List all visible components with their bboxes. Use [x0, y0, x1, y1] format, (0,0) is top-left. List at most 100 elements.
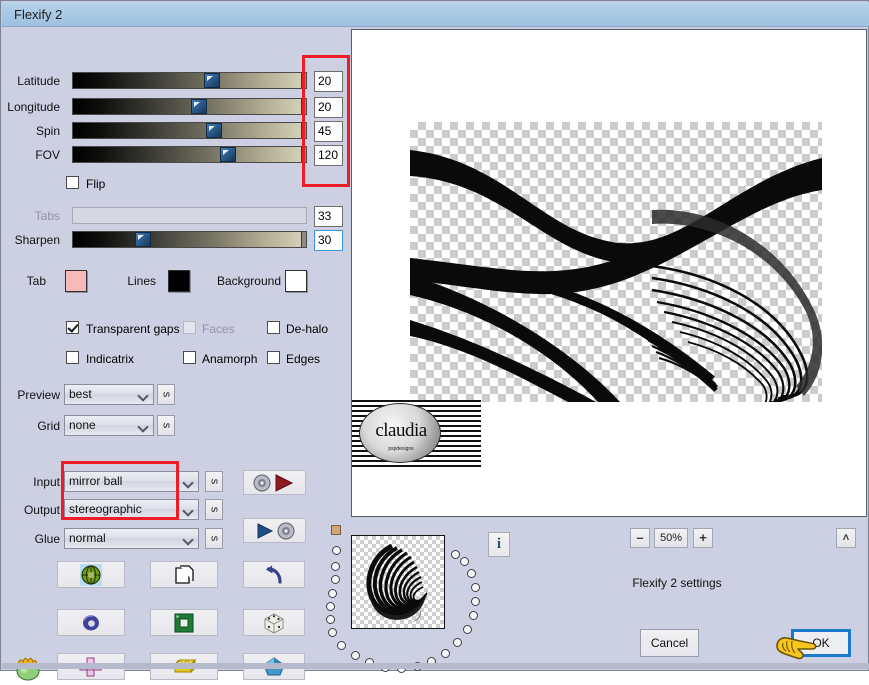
grid-s-label: s — [160, 422, 173, 429]
info-button[interactable]: i — [488, 532, 510, 557]
select-output[interactable]: stereographic — [64, 499, 199, 520]
thumbnail-preview[interactable] — [351, 535, 445, 629]
shape-button-globe[interactable] — [57, 561, 125, 588]
shape-button-undo[interactable] — [243, 561, 305, 588]
torus-icon — [83, 614, 99, 630]
checkbox-label-transparent-gaps: Transparent gaps — [86, 322, 180, 336]
select-input[interactable]: mirror ball — [64, 471, 199, 492]
chevron-down-icon — [184, 479, 192, 484]
zoom-level-display[interactable]: 50% — [654, 528, 688, 548]
slider-handle-longitude[interactable] — [191, 99, 207, 114]
zoom-in-button[interactable]: + — [693, 528, 713, 548]
orientation-dot[interactable] — [441, 649, 450, 658]
slider-endcap — [301, 73, 306, 88]
shape-button-dice[interactable] — [243, 609, 305, 636]
select-grid[interactable]: none — [64, 415, 154, 436]
preview-s-button[interactable]: s — [157, 384, 175, 405]
select-label-grid: Grid — [37, 419, 60, 433]
slider-label-longitude: Longitude — [7, 100, 60, 114]
checkbox-indicatrix[interactable] — [66, 351, 79, 364]
shape-button-pages[interactable] — [150, 561, 218, 588]
orientation-dot[interactable] — [332, 546, 341, 555]
glue-s-button[interactable]: s — [205, 528, 223, 549]
orientation-dot[interactable] — [471, 597, 480, 606]
orientation-dot[interactable] — [460, 557, 469, 566]
value-input-latitude[interactable]: 20 — [314, 71, 343, 92]
slider-endcap — [301, 147, 306, 162]
watermark-text: claudia — [375, 420, 427, 441]
orientation-dot[interactable] — [337, 641, 346, 650]
checkbox-label-anamorph: Anamorph — [202, 352, 258, 366]
orientation-dot[interactable] — [331, 575, 340, 584]
orientation-dot[interactable] — [328, 589, 337, 598]
slider-handle-fov[interactable] — [220, 147, 236, 162]
slider-longitude[interactable] — [72, 98, 307, 115]
value-input-sharpen[interactable]: 30 — [314, 230, 343, 251]
checkbox-transparent-gaps[interactable] — [66, 321, 79, 334]
slider-handle-latitude[interactable] — [204, 73, 220, 88]
orientation-dot[interactable] — [326, 615, 335, 624]
value-input-fov[interactable]: 120 — [314, 145, 343, 166]
checkbox-label-indicatrix: Indicatrix — [86, 352, 135, 366]
orientation-dot[interactable] — [467, 569, 476, 578]
square-frame-icon — [174, 613, 194, 632]
flexify-dialog-window: Flexify 2 Latitude 20 Longitude 20 Spin … — [0, 0, 869, 681]
slider-fov[interactable] — [72, 146, 307, 163]
orientation-dot[interactable] — [471, 583, 480, 592]
select-preview[interactable]: best — [64, 384, 154, 405]
chevron-down-icon — [139, 423, 147, 428]
select-value-input: mirror ball — [69, 474, 123, 488]
value-input-spin[interactable]: 45 — [314, 121, 343, 142]
slider-spin[interactable] — [72, 122, 307, 139]
orientation-dot[interactable] — [331, 562, 340, 571]
orientation-dot[interactable] — [453, 638, 462, 647]
checkbox-anamorph[interactable] — [183, 351, 196, 364]
checkbox-faces — [183, 321, 196, 334]
window-title: Flexify 2 — [14, 7, 63, 22]
input-s-label: s — [208, 478, 221, 485]
orientation-dot[interactable] — [469, 611, 478, 620]
selection-marker[interactable] — [331, 525, 341, 535]
chevron-down-icon — [184, 536, 192, 541]
output-s-label: s — [208, 506, 221, 513]
orientation-dot[interactable] — [328, 628, 337, 637]
load-settings-button[interactable] — [243, 470, 306, 495]
preview-canvas[interactable]: claudia pspdesigns — [351, 29, 867, 517]
value-input-longitude[interactable]: 20 — [314, 97, 343, 118]
color-label-tab: Tab — [26, 274, 46, 288]
checkbox-label-de-halo: De-halo — [286, 322, 329, 336]
checkbox-edges[interactable] — [267, 351, 280, 364]
checkbox-de-halo[interactable] — [267, 321, 280, 334]
orientation-dot[interactable] — [463, 625, 472, 634]
color-label-background: Background — [216, 274, 281, 288]
grid-s-button[interactable]: s — [157, 415, 175, 436]
shape-button-square-frame[interactable] — [150, 609, 218, 636]
save-settings-button[interactable] — [243, 518, 306, 543]
slider-endcap — [301, 232, 306, 247]
slider-handle-sharpen[interactable] — [135, 232, 151, 247]
slider-sharpen[interactable] — [72, 231, 307, 248]
slider-label-spin: Spin — [35, 124, 60, 138]
value-input-tabs[interactable]: 33 — [314, 206, 343, 227]
color-swatch-tab[interactable] — [65, 270, 87, 292]
zoom-out-button[interactable]: – — [630, 528, 650, 548]
collapse-panel-button[interactable]: ˄ — [836, 528, 856, 548]
slider-label-latitude: Latitude — [17, 74, 60, 88]
slider-label-sharpen: Sharpen — [14, 233, 60, 247]
color-swatch-lines[interactable] — [168, 270, 190, 292]
orientation-dot active[interactable] — [451, 550, 460, 559]
slider-handle-spin[interactable] — [206, 123, 222, 138]
slider-endcap — [301, 123, 306, 138]
select-glue[interactable]: normal — [64, 528, 199, 549]
checkbox-flip[interactable] — [66, 176, 79, 189]
shape-button-torus[interactable] — [57, 609, 125, 636]
output-s-button[interactable]: s — [205, 499, 223, 520]
orientation-dot[interactable] — [351, 651, 360, 660]
cancel-button[interactable]: Cancel — [640, 629, 699, 657]
input-s-button[interactable]: s — [205, 471, 223, 492]
color-swatch-background[interactable] — [285, 270, 307, 292]
globe-icon — [80, 563, 102, 586]
chevron-down-icon — [139, 392, 147, 397]
orientation-dot[interactable] — [326, 602, 335, 611]
slider-latitude[interactable] — [72, 72, 307, 89]
